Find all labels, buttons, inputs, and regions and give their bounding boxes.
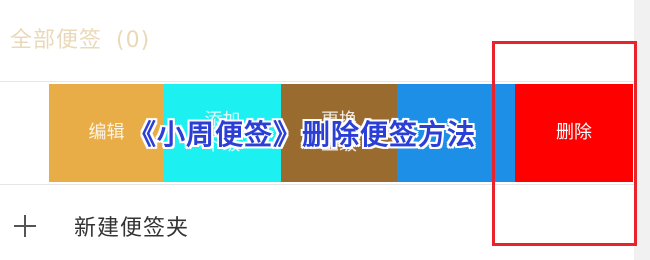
plus-icon <box>12 213 38 239</box>
add-sublevel-label-line1: 添加 <box>204 110 241 131</box>
new-folder-button[interactable]: 新建便签夹 <box>12 210 189 242</box>
blue-action-button[interactable] <box>397 84 515 182</box>
add-sublevel-label-line2: 下级 <box>204 134 241 155</box>
swipe-action-bar: 编辑 添加 下级 更换 上级 删除 <box>49 84 633 182</box>
edit-button[interactable]: 编辑 <box>49 84 164 182</box>
divider <box>0 81 634 82</box>
move-to-parent-label-line1: 更换 <box>321 110 357 131</box>
section-header: 全部便签 (0) <box>10 22 150 54</box>
section-count: (0) <box>116 28 151 53</box>
edit-button-label: 编辑 <box>88 122 125 143</box>
note-list-screen: 全部便签 (0) 编辑 添加 下级 更换 上级 删除 《小周便签》删除便签方法 新… <box>0 0 650 260</box>
divider <box>0 184 634 185</box>
delete-button[interactable]: 删除 <box>515 84 633 182</box>
move-to-parent-button[interactable]: 更换 上级 <box>281 84 397 182</box>
move-to-parent-label-line2: 上级 <box>321 134 357 155</box>
new-folder-label: 新建便签夹 <box>74 216 190 241</box>
add-sublevel-button[interactable]: 添加 下级 <box>164 84 281 182</box>
delete-button-label: 删除 <box>556 122 592 143</box>
section-title: 全部便签 <box>10 28 103 53</box>
right-edge-strip <box>634 0 650 260</box>
